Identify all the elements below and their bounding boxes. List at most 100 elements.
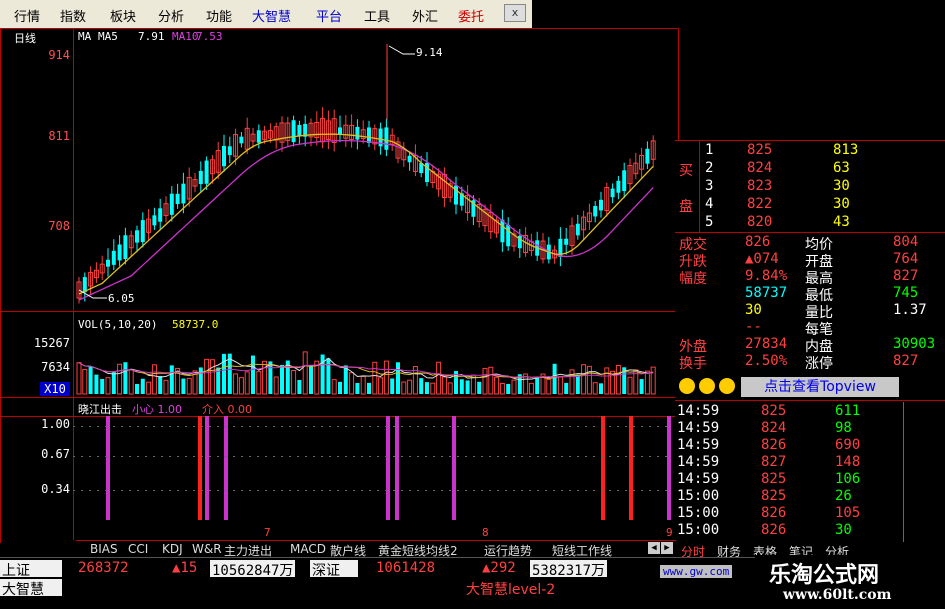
signal-bar: [205, 416, 209, 520]
next-tab-icon[interactable]: ▶: [661, 542, 673, 554]
menu-item[interactable]: 工具: [364, 6, 390, 25]
candle: [169, 193, 174, 215]
indicator-chart: [73, 416, 671, 520]
grid-dot: [545, 456, 547, 457]
volume-bar: [343, 365, 348, 394]
menu-item[interactable]: 平台: [316, 6, 342, 25]
candle: [564, 238, 569, 245]
menu-item[interactable]: 指数: [60, 6, 86, 25]
tab-nav: ◀ ▶: [648, 542, 674, 555]
quote-v2: 1.37: [893, 302, 927, 318]
grid-dot: [585, 456, 587, 457]
ind-tick-1: 1.00: [41, 417, 70, 431]
grid-dot: [593, 426, 595, 427]
grid-dot: [233, 490, 235, 491]
grid-dot: [97, 456, 99, 457]
grid-dot: [553, 490, 555, 491]
grid-dot: [633, 426, 635, 427]
volume-bar: [209, 359, 215, 395]
axis-mark-9: 9: [666, 526, 673, 539]
quote-v1: --: [745, 319, 762, 335]
grid-dot: [153, 456, 155, 457]
menu-item[interactable]: 板块: [110, 6, 136, 25]
volume-bar: [390, 378, 395, 394]
book-divider: [699, 140, 700, 232]
book-level: 5: [705, 214, 714, 230]
candle: [645, 148, 650, 164]
indicator-tab[interactable]: MACD: [290, 542, 326, 556]
grid-dot: [385, 456, 387, 457]
volume-bar: [291, 370, 297, 395]
tick-vol: 26: [835, 488, 852, 504]
indicator-tab[interactable]: W&R: [192, 542, 222, 556]
topview-button[interactable]: 点击查看Topview: [741, 377, 899, 397]
close-icon[interactable]: x: [504, 4, 526, 22]
light-3-icon: [719, 378, 735, 394]
sz-index-label[interactable]: 深证: [310, 560, 358, 579]
signal-bar: [386, 416, 390, 520]
candle: [599, 199, 603, 211]
grid-dot: [441, 456, 443, 457]
volume-bar: [499, 382, 505, 395]
prev-tab-icon[interactable]: ◀: [648, 542, 660, 554]
ind-tick-2: 0.67: [41, 447, 70, 461]
sh-index-label[interactable]: 上证: [0, 560, 62, 579]
volume-bar: [349, 372, 355, 395]
grid-dot: [161, 426, 163, 427]
grid-dot: [217, 426, 219, 427]
volume-bar: [441, 376, 447, 395]
indicator-tab[interactable]: CCI: [128, 542, 148, 556]
tick-time: 14:59: [677, 420, 720, 436]
volume-bar: [546, 378, 552, 395]
grid-dot: [593, 456, 595, 457]
volume-bar: [569, 369, 575, 395]
menu-item[interactable]: 外汇: [412, 6, 438, 25]
menu-item[interactable]: 功能: [206, 6, 232, 25]
grid-dot: [473, 456, 475, 457]
grid-dot: [665, 426, 667, 427]
grid-dot: [537, 490, 539, 491]
quote-v1: 2.50%: [745, 353, 788, 369]
book-price: 820: [747, 214, 773, 230]
volume-bar: [105, 377, 111, 395]
grid-dot: [489, 490, 491, 491]
quote-v2: 827: [893, 353, 919, 369]
menu-item[interactable]: 委托: [458, 6, 484, 25]
grid-dot: [249, 490, 251, 491]
sh-index-change: ▲15: [172, 560, 198, 576]
grid-dot: [177, 426, 179, 427]
volume-bar: [592, 382, 598, 395]
tick-scrollbar[interactable]: [903, 402, 904, 542]
volume-bar: [238, 377, 244, 395]
volume-bar: [94, 374, 99, 394]
grid-dot: [497, 456, 499, 457]
grid-dot: [577, 490, 579, 491]
grid-dot: [217, 456, 219, 457]
grid-dot: [497, 426, 499, 427]
indicator-tab[interactable]: BIAS: [90, 542, 118, 556]
menu-item[interactable]: 行情: [14, 6, 40, 25]
grid-dot: [337, 426, 339, 427]
book-price: 825: [747, 142, 773, 158]
grid-dot: [121, 426, 123, 427]
indicator-tab[interactable]: KDJ: [162, 542, 183, 556]
grid-dot: [369, 456, 371, 457]
y-tick-914: 914: [48, 48, 70, 62]
site-url[interactable]: www.gw.com: [660, 565, 733, 578]
volume-bar: [326, 358, 331, 394]
period-label[interactable]: 日线: [14, 30, 36, 46]
ticks-top-line: [675, 400, 945, 401]
grid-dot: [409, 456, 411, 457]
y-tick-811: 811: [48, 129, 70, 143]
grid-dot: [377, 426, 379, 427]
candle: [106, 259, 110, 267]
candle: [175, 193, 180, 205]
menu-item[interactable]: 大智慧: [252, 6, 291, 25]
volume-bar: [186, 377, 192, 395]
candle: [593, 206, 598, 217]
grid-dot: [297, 456, 299, 457]
grid-dot: [465, 490, 467, 491]
grid-dot: [241, 490, 243, 491]
menu-item[interactable]: 分析: [158, 6, 184, 25]
grid-dot: [73, 490, 75, 491]
